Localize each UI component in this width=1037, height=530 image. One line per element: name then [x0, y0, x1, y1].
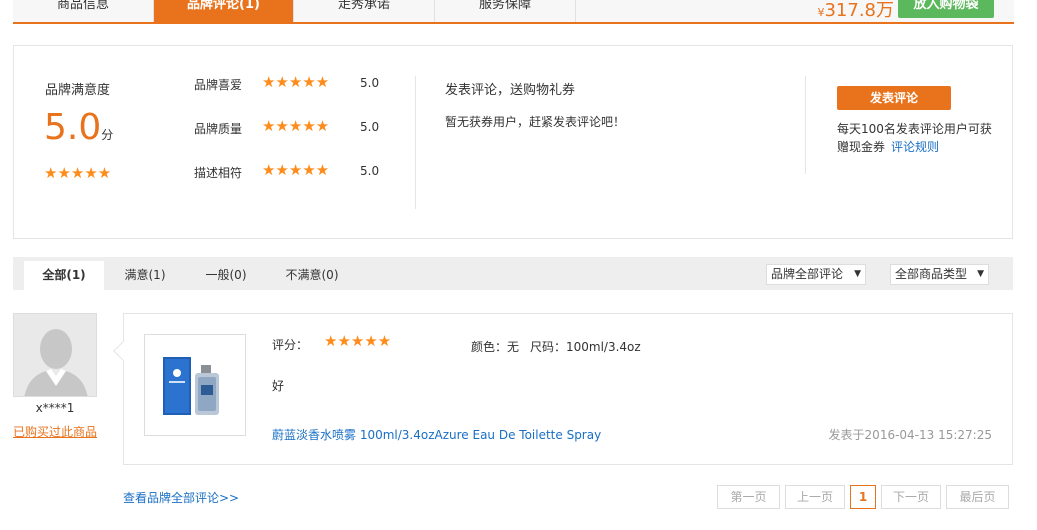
star-icon: ★★★★★ — [262, 161, 330, 179]
current-page[interactable]: 1 — [850, 485, 876, 509]
divider — [805, 76, 806, 174]
tab-runway-promise[interactable]: 走秀承诺 — [294, 0, 435, 22]
last-page-button[interactable]: 最后页 — [946, 485, 1009, 509]
tab-brand-reviews[interactable]: 品牌评论(1) — [154, 0, 294, 22]
add-to-bag-button[interactable]: 放入购物袋 — [898, 0, 994, 18]
purchased-link[interactable]: 已购买过此商品 — [13, 423, 97, 440]
product-type-select[interactable]: 全部商品类型 ▼ — [890, 264, 989, 285]
spec-size: 尺码：100ml/3.4oz — [530, 340, 641, 354]
post-timestamp: 发表于2016-04-13 15:27:25 — [828, 428, 992, 442]
filter-satisfied[interactable]: 满意(1) — [105, 257, 185, 290]
next-page-button[interactable]: 下一页 — [881, 485, 941, 509]
star-icon: ★★★★★ — [44, 164, 112, 182]
metric-description-match: 描述相符 ★★★★★ 5.0 — [194, 161, 394, 181]
metric-label: 品牌质量 — [194, 122, 243, 136]
first-page-button[interactable]: 第一页 — [717, 485, 780, 509]
score-value: 5.0 — [44, 107, 102, 148]
caret-down-icon: ▼ — [854, 269, 861, 279]
reviewer-name: x****1 — [35, 401, 75, 415]
filter-unsatisfied[interactable]: 不满意(0) — [267, 257, 357, 290]
review-filter-bar: 全部(1) 满意(1) 一般(0) 不满意(0) 品牌全部评论 ▼ 全部商品类型 ▼ — [13, 257, 1013, 290]
promo-title: 发表评论，送购物礼券 — [445, 83, 576, 98]
metric-value: 5.0 — [360, 164, 380, 178]
metric-brand-quality: 品牌质量 ★★★★★ 5.0 — [194, 117, 394, 137]
promo-note: 每天100名发表评论用户可获赠现金券 评论规则 — [837, 120, 997, 156]
filter-neutral[interactable]: 一般(0) — [186, 257, 266, 290]
perfume-bottle-icon — [145, 335, 245, 435]
metric-brand-love: 品牌喜爱 ★★★★★ 5.0 — [194, 73, 394, 93]
filter-all[interactable]: 全部(1) — [24, 261, 104, 290]
metric-value: 5.0 — [360, 76, 380, 90]
rating-summary: 品牌满意度 5.0分 ★★★★★ 品牌喜爱 ★★★★★ 5.0 品牌质量 ★★★… — [13, 45, 1013, 239]
score-unit: 分 — [101, 128, 114, 142]
review-rules-link[interactable]: 评论规则 — [891, 140, 939, 154]
tab-product-info[interactable]: 商品信息 — [13, 0, 154, 22]
review-comment: 好 — [272, 379, 285, 393]
product-thumbnail[interactable] — [144, 334, 246, 436]
caret-down-icon: ▼ — [977, 269, 984, 279]
view-all-reviews-link[interactable]: 查看品牌全部评论>> — [123, 489, 239, 506]
select-value: 全部商品类型 — [895, 267, 968, 281]
metric-label: 品牌喜爱 — [194, 78, 243, 92]
satisfaction-title: 品牌满意度 — [45, 83, 111, 98]
select-value: 品牌全部评论 — [771, 267, 844, 281]
spec-color: 颜色：无 — [471, 340, 520, 354]
price-value: 317.8万 — [824, 0, 894, 21]
metric-label: 描述相符 — [194, 166, 243, 180]
divider — [415, 76, 416, 209]
write-review-button[interactable]: 发表评论 — [837, 86, 951, 110]
prev-page-button[interactable]: 上一页 — [785, 485, 845, 509]
avatar[interactable] — [13, 313, 97, 397]
promo-text: 暂无获券用户，赶紧发表评论吧！ — [445, 115, 626, 129]
metric-value: 5.0 — [360, 120, 380, 134]
star-icon: ★★★★★ — [262, 73, 330, 91]
comment-scope-select[interactable]: 品牌全部评论 ▼ — [766, 264, 866, 285]
product-link[interactable]: 蔚蓝淡香水喷雾 100ml/3.4ozAzure Eau De Toilette… — [272, 426, 601, 443]
satisfaction-score: 5.0分 — [44, 108, 113, 155]
tab-service-guarantee[interactable]: 服务保障 — [435, 0, 576, 22]
star-icon: ★★★★★ — [324, 332, 392, 350]
score-label: 评分： — [272, 338, 309, 352]
avatar-placeholder-icon — [14, 314, 96, 396]
price: ¥317.8万 — [817, 0, 894, 22]
star-icon: ★★★★★ — [262, 117, 330, 135]
review-card: 评分： ★★★★★ 颜色：无 尺码：100ml/3.4oz 好 蔚蓝淡香水喷雾 … — [123, 313, 1013, 465]
product-tab-bar: 商品信息 品牌评论(1) 走秀承诺 服务保障 ¥317.8万 放入购物袋 — [13, 0, 1014, 24]
